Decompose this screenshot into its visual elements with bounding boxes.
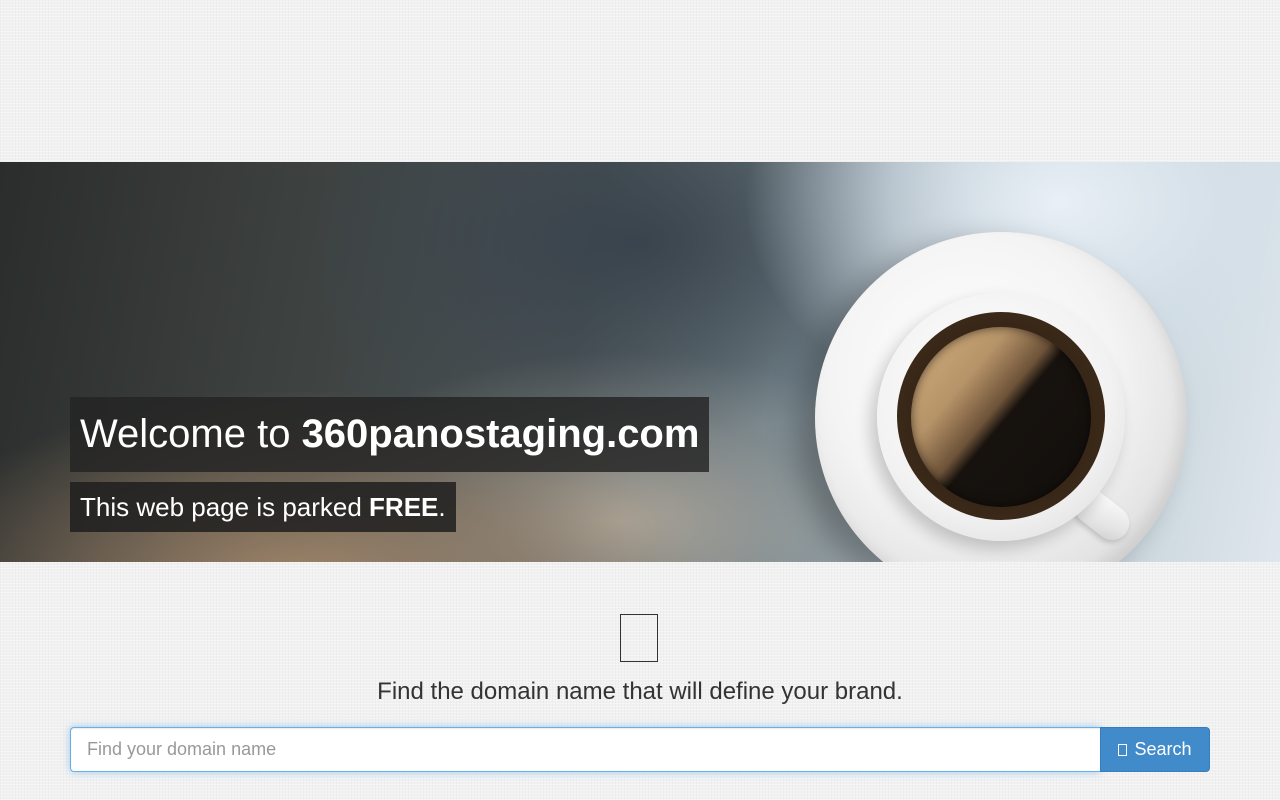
search-icon <box>1118 743 1128 756</box>
parked-notice: This web page is parked FREE. <box>70 482 456 532</box>
search-button-label: Search <box>1134 739 1192 759</box>
coffee-surface-image <box>911 327 1091 507</box>
search-tagline: Find the domain name that will define yo… <box>377 678 903 705</box>
hero-banner: Welcome to 360panostaging.com This web p… <box>0 162 1280 562</box>
parked-suffix: . <box>438 492 446 522</box>
domain-search-input[interactable] <box>70 727 1100 772</box>
welcome-prefix: Welcome to <box>80 412 302 456</box>
domain-search-form: Search <box>70 727 1210 772</box>
parked-prefix: This web page is parked <box>80 492 370 522</box>
parked-free: FREE <box>369 492 439 522</box>
lightbulb-icon <box>620 614 658 662</box>
domain-name: 360panostaging.com <box>301 412 700 456</box>
search-button[interactable]: Search <box>1100 727 1210 772</box>
welcome-heading: Welcome to 360panostaging.com <box>70 397 709 472</box>
